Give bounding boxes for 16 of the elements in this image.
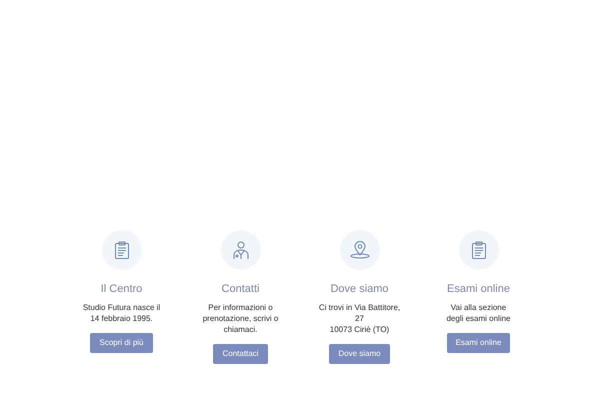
feature-description: Studio Futura nasce il 14 febbraio 1995. xyxy=(82,302,160,324)
feature-title: Esami online xyxy=(447,282,510,296)
feature-button[interactable]: Scopri di più xyxy=(90,333,153,353)
map-pin-icon xyxy=(348,241,370,259)
feature-button[interactable]: Contattaci xyxy=(213,344,268,364)
feature-title: Contatti xyxy=(222,282,260,296)
clipboard-icon xyxy=(470,241,486,259)
feature-title: Il Centro xyxy=(100,282,142,296)
feature-title: Dove siamo xyxy=(330,282,389,296)
feature-button[interactable]: Esami online xyxy=(446,333,510,353)
feature-description: Vai alla sezione degli esami online xyxy=(446,302,511,324)
feature-description: Ci trovi in Via Battitore, 27 10073 Ciriè (TO) xyxy=(318,302,400,335)
clipboard-icon xyxy=(114,241,130,259)
doctor-icon xyxy=(232,240,250,260)
feature-description: Per informazioni o prenotazione, scrivi o chiamaci. xyxy=(202,302,278,335)
feature-button[interactable]: Dove siamo xyxy=(329,344,390,364)
